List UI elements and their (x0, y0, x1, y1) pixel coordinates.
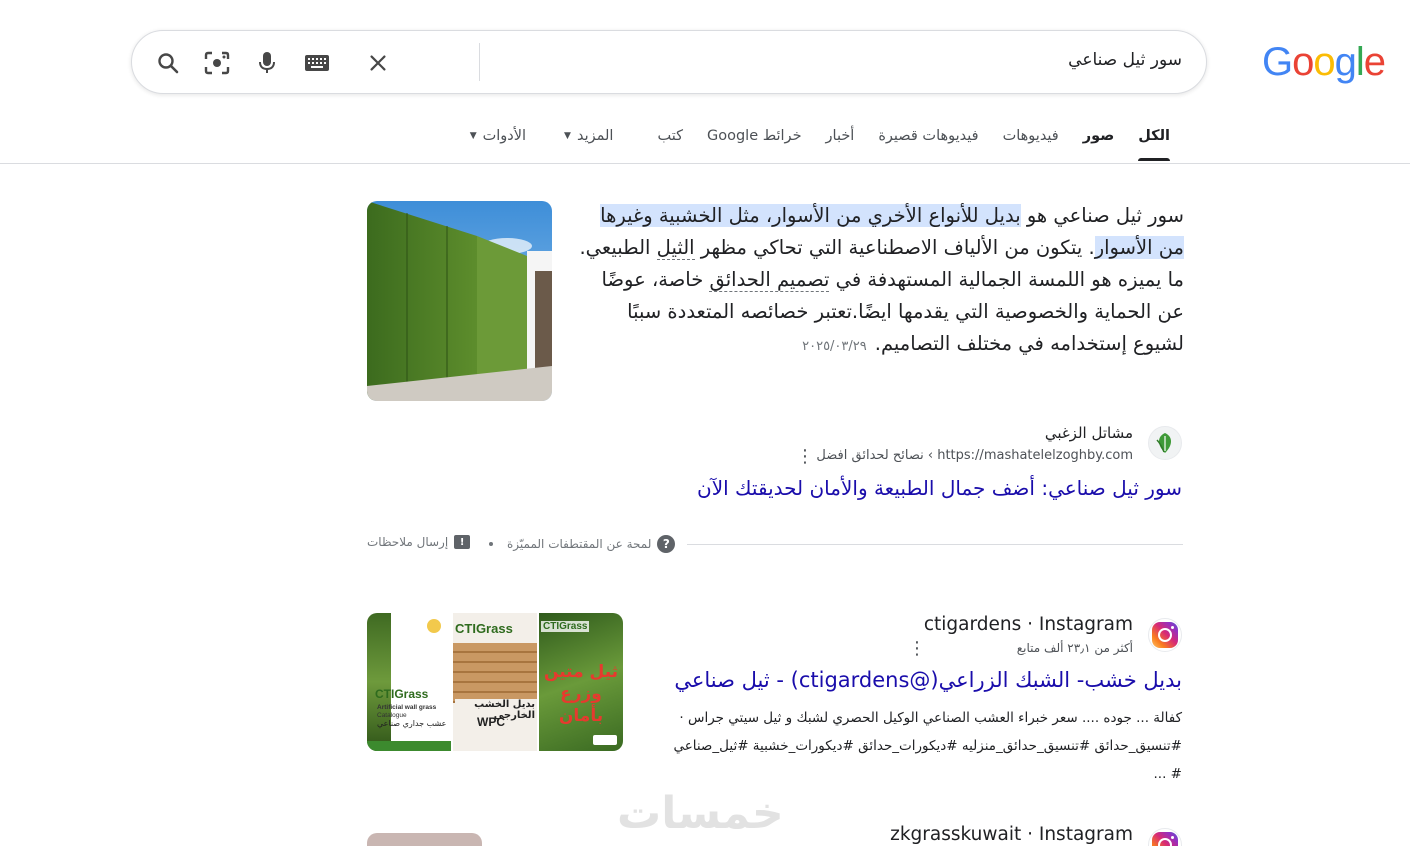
more-options-icon[interactable]: ⋮ (796, 448, 814, 466)
tab-label: صور (1082, 128, 1115, 144)
tabs-divider (0, 163, 1410, 164)
tab-tools[interactable]: الأدوات ▼ (458, 126, 538, 162)
snippet-term-link[interactable]: الثيل (656, 236, 695, 260)
tab-label: كتب (657, 128, 683, 144)
instagram-icon (1152, 622, 1178, 648)
tab-images[interactable]: صور (1071, 126, 1126, 162)
thumb-arabic-text: عشب جداري صناعي (377, 719, 447, 728)
result-source[interactable]: ctigardens · Instagram (924, 614, 1133, 635)
microphone-icon[interactable] (251, 47, 283, 79)
about-featured-snippets[interactable]: ? لمحة عن المقتطفات المميّزة (507, 535, 676, 553)
result-snippet: كفالة ... جوده .... سعر خبراء العشب الصن… (652, 704, 1182, 788)
tab-label: أخبار (825, 128, 855, 144)
search-tabs: الكل صور فيديوهات فيديوهات قصيرة أخبار خ… (458, 126, 1182, 162)
snippet-line: كفالة ... جوده .... سعر خبراء العشب الصن… (679, 710, 1182, 726)
tab-news[interactable]: أخبار (814, 126, 867, 162)
instagram-icon (1152, 832, 1178, 846)
tab-label: الأدوات (482, 128, 527, 144)
thumbnail-catalogue[interactable]: CTIGrass Artificial wall grass Catalogue… (367, 613, 451, 751)
site-favicon[interactable] (1148, 426, 1182, 460)
tab-label: المزيد (576, 128, 614, 144)
snippet-line: # ... (1153, 766, 1182, 782)
thumb-arabic-text: ثيل متين وزرع بأمان (543, 662, 619, 726)
search-icon[interactable] (152, 47, 184, 79)
tab-label: الكل (1138, 128, 1170, 144)
featured-image[interactable] (367, 201, 552, 401)
caret-down-icon: ▼ (469, 131, 477, 141)
source-url[interactable]: https://mashatelelzoghby.com › نصائح لحد… (816, 448, 1133, 463)
feedback-icon: ! (454, 535, 471, 549)
tab-more[interactable]: المزيد ▼ (552, 126, 625, 162)
source-url-path: › نصائح لحدائق افضل (816, 448, 934, 463)
source-name[interactable]: مشاتل الزغبي (1045, 424, 1133, 442)
featured-feedback-row: ? لمحة عن المقتطفات المميّزة ! إرسال ملاحظ… (367, 533, 1183, 555)
result-source[interactable]: zkgrasskuwait · Instagram (890, 824, 1133, 845)
thumb-brand: CTIGrass (375, 687, 429, 701)
source-url-domain: https://mashatelelzoghby.com (937, 448, 1133, 463)
snippet-term-link[interactable]: تصميم الحدائق (709, 268, 830, 292)
result-meta: أكثر من ٢٣٫١ ألف متابع (1016, 641, 1133, 655)
help-icon: ? (657, 535, 676, 553)
close-icon[interactable] (362, 47, 394, 79)
tab-maps[interactable]: خرائط Google (695, 126, 814, 162)
result-title[interactable]: بديل خشب- الشبك الزراعي(@ctigardens) - ث… (674, 668, 1182, 692)
thumb-code: WPC (477, 715, 505, 729)
camera-lens-icon[interactable] (201, 47, 233, 79)
send-feedback[interactable]: ! إرسال ملاحظات (367, 535, 471, 549)
tab-label: فيديوهات (1002, 128, 1059, 144)
feedback-label: إرسال ملاحظات (367, 535, 449, 549)
snippet-text-part: سور ثيل صناعي هو (1020, 204, 1184, 227)
thumb-brand: CTIGrass (541, 621, 590, 632)
tab-videos[interactable]: فيديوهات (991, 126, 1071, 162)
thumb-subtitle: Catalogue (377, 712, 407, 719)
tab-books[interactable]: كتب (645, 126, 695, 162)
featured-result-title[interactable]: سور ثيل صناعي: أضف جمال الطبيعة والأمان … (697, 476, 1182, 500)
snippet-text-part: . يتكون من الألياف الاصطناعية التي تحاكي… (694, 236, 1095, 259)
more-options-icon[interactable]: ⋮ (908, 640, 926, 658)
search-divider (479, 43, 480, 81)
tab-label: فيديوهات قصيرة (878, 128, 979, 144)
instagram-favicon[interactable] (1148, 618, 1182, 652)
thumbnail-wpc[interactable]: CTIGrass بديل الخشب الخارجي WPC (453, 613, 537, 751)
watermark: خمسات (617, 788, 784, 839)
thumb-subtitle: Artificial wall grass (377, 704, 437, 711)
google-logo[interactable]: Google (1262, 40, 1386, 85)
thumbnail-grass[interactable]: CTIGrass ثيل متين وزرع بأمان (539, 613, 623, 751)
thumb-brand: CTIGrass (455, 621, 513, 636)
search-results-page: Google سور ثيل صناعي الكل صور فيديوهات ف… (0, 0, 1410, 846)
featured-snippet-text: سور ثيل صناعي هو بديل للأنواع الأخري من … (572, 200, 1184, 363)
tab-all[interactable]: الكل (1126, 126, 1182, 162)
instagram-favicon[interactable] (1148, 828, 1182, 846)
search-box[interactable]: سور ثيل صناعي (131, 30, 1207, 94)
about-label: لمحة عن المقتطفات المميّزة (507, 537, 652, 551)
caret-down-icon: ▼ (564, 131, 571, 141)
search-input[interactable]: سور ثيل صناعي (1068, 50, 1182, 70)
snippet-date: ٢٠٢٥/٠٣/٢٩ (802, 339, 867, 354)
snippet-line: #تنسيق_حدائق #تنسيق_حدائق_منزليه #ديكورا… (673, 738, 1182, 754)
divider (687, 544, 1183, 545)
result-thumbnail[interactable] (367, 833, 482, 846)
result-thumbnails[interactable]: CTIGrass Artificial wall grass Catalogue… (367, 613, 623, 751)
tab-label: خرائط Google (706, 128, 802, 144)
separator-dot (489, 542, 493, 546)
tab-short-videos[interactable]: فيديوهات قصيرة (866, 126, 990, 162)
keyboard-icon[interactable] (301, 47, 333, 79)
